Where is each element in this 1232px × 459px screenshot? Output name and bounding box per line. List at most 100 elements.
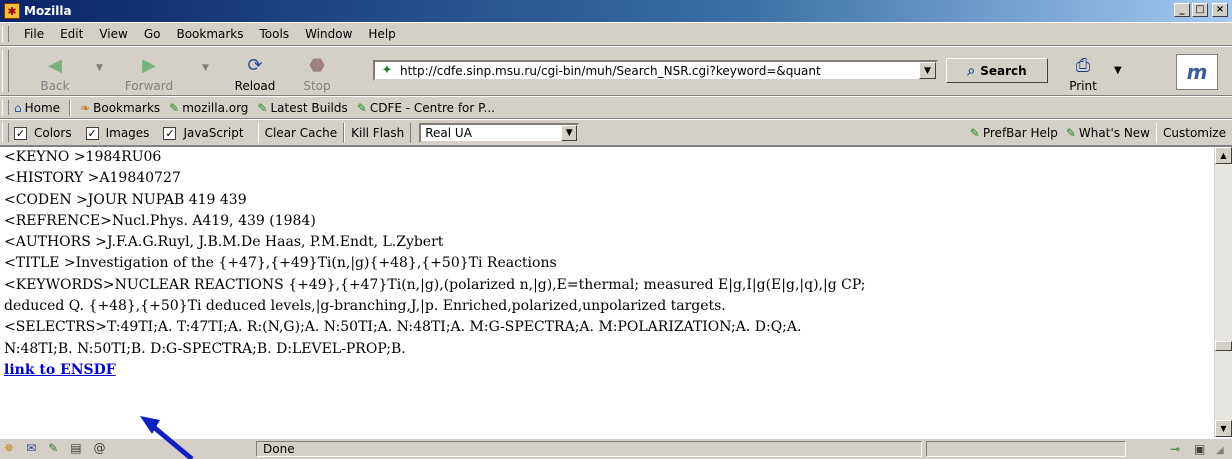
bookmarks-button[interactable]: ❧ Bookmarks <box>80 101 160 115</box>
toolbar-grip[interactable] <box>2 100 9 115</box>
url-field[interactable]: ✦ http://cdfe.sinp.msu.ru/cgi-bin/muh/Se… <box>373 60 938 81</box>
record-line-history: <HISTORY >A19840727 <box>4 170 181 187</box>
scroll-up-icon[interactable]: ▲ <box>1215 147 1232 164</box>
back-label: Back <box>40 79 70 93</box>
ensdf-link[interactable]: link to ENSDF <box>4 362 116 378</box>
menu-view[interactable]: View <box>99 27 127 41</box>
prefbar-help-link[interactable]: ✎ PrefBar Help <box>970 126 1058 140</box>
bookmark-link-icon: ✎ <box>356 101 367 115</box>
menu-file[interactable]: File <box>24 27 44 41</box>
bookmark-link-icon: ✎ <box>1065 126 1076 140</box>
javascript-checkbox[interactable]: ✓ JavaScript <box>163 126 244 140</box>
javascript-label: JavaScript <box>183 126 244 140</box>
bookmark-label: CDFE - Centre for P... <box>369 101 495 115</box>
security-icon: ▣ <box>1194 442 1206 456</box>
record-line-keywords: <KEYWORDS>NUCLEAR REACTIONS {+49},{+47}T… <box>4 276 866 293</box>
record-line-coden: <CODEN >JOUR NUPAB 419 439 <box>4 191 247 208</box>
user-agent-select[interactable]: Real UA ▼ <box>419 123 580 143</box>
whats-new-link[interactable]: ✎ What's New <box>1066 126 1150 140</box>
forward-button[interactable]: ▶ Forward <box>116 51 182 94</box>
stop-label: Stop <box>303 79 331 93</box>
menu-edit[interactable]: Edit <box>60 27 83 41</box>
minimize-button[interactable]: _ <box>1174 3 1190 17</box>
window-title: Mozilla <box>24 4 72 18</box>
record-line-selectors-cont: N:48TI;B. N:50TI;B. D:G-SPECTRA;B. D:LEV… <box>4 340 406 357</box>
online-icon[interactable]: ⊸ <box>1170 442 1180 456</box>
bookmark-link-icon: ✎ <box>257 101 268 115</box>
bookmark-link-icon: ✎ <box>169 101 180 115</box>
navigator-icon[interactable]: ✵ <box>4 441 14 455</box>
printer-icon: ⎙ <box>1075 55 1091 76</box>
select-dropdown-icon[interactable]: ▼ <box>561 125 578 141</box>
colors-checkbox[interactable]: ✓ Colors <box>14 126 72 140</box>
status-bar: ✵ ✉ ✎ ▤ @ Done ⊸ ▣ ◢ <box>0 438 1232 459</box>
status-text-panel: Done <box>256 441 922 457</box>
nsr-record: <KEYNO >1984RU06 <HISTORY >A19840727 <CO… <box>4 147 1204 381</box>
clear-cache-button[interactable]: Clear Cache <box>257 123 345 143</box>
record-line-authors: <AUTHORS >J.F.A.G.Ruyl, J.B.M.De Haas, P… <box>4 234 444 251</box>
stop-button[interactable]: ⬣ Stop <box>284 51 350 94</box>
page-icon: ✦ <box>381 63 393 78</box>
images-label: Images <box>105 126 150 140</box>
bookmarks-icon: ❧ <box>80 101 91 115</box>
menu-window[interactable]: Window <box>305 27 352 41</box>
chat-icon[interactable]: @ <box>94 441 106 455</box>
menu-go[interactable]: Go <box>144 27 161 41</box>
composer-icon[interactable]: ✎ <box>48 441 58 455</box>
close-button[interactable]: × <box>1212 3 1228 17</box>
forward-dropdown-icon[interactable]: ▼ <box>202 63 209 73</box>
toolbar-grip[interactable] <box>2 123 9 142</box>
checkmark-icon: ✓ <box>163 126 177 140</box>
reload-icon: ⟳ <box>247 54 263 76</box>
home-button[interactable]: ⌂ Home <box>14 101 60 115</box>
scroll-down-icon[interactable]: ▼ <box>1215 420 1232 437</box>
images-checkbox[interactable]: ✓ Images <box>85 126 150 140</box>
kill-flash-button[interactable]: Kill Flash <box>344 123 412 143</box>
back-dropdown-icon[interactable]: ▼ <box>96 63 103 73</box>
page-content: <KEYNO >1984RU06 <HISTORY >A19840727 <CO… <box>0 146 1232 438</box>
record-line-selectors: <SELECTRS>T:49TI;A. T:47TI;A. R:(N,G);A.… <box>4 319 802 336</box>
forward-label: Forward <box>124 79 174 93</box>
checkmark-icon: ✓ <box>14 126 27 140</box>
menu-bookmarks[interactable]: Bookmarks <box>176 27 243 41</box>
navigation-toolbar: ◀ Back ▼ ▶ Forward ▼ ⟳ Reload ⬣ Stop ✦ h… <box>0 46 1232 96</box>
menu-tools[interactable]: Tools <box>260 27 290 41</box>
reload-button[interactable]: ⟳ Reload <box>222 51 288 94</box>
back-arrow-icon: ◀ <box>48 54 62 76</box>
search-icon: ⌕ <box>967 62 976 79</box>
print-button[interactable]: ⎙ Print <box>1058 51 1108 93</box>
url-text[interactable]: http://cdfe.sinp.msu.ru/cgi-bin/muh/Sear… <box>400 64 919 78</box>
url-dropdown-icon[interactable]: ▼ <box>919 62 936 79</box>
print-dropdown-icon[interactable]: ▼ <box>1114 65 1122 76</box>
back-button[interactable]: ◀ Back <box>22 51 88 94</box>
status-text: Done <box>263 442 295 456</box>
mozilla-throbber-icon[interactable]: m <box>1176 54 1218 90</box>
menu-bar: File Edit View Go Bookmarks Tools Window… <box>0 22 1232 46</box>
bookmark-cdfe[interactable]: ✎ CDFE - Centre for P... <box>357 101 495 115</box>
bookmark-mozilla-org[interactable]: ✎ mozilla.org <box>169 101 248 115</box>
maximize-button[interactable]: □ <box>1192 3 1208 17</box>
forward-arrow-icon: ▶ <box>142 54 156 76</box>
user-agent-value: Real UA <box>425 126 472 140</box>
resize-grip-icon[interactable]: ◢ <box>1216 445 1224 456</box>
mail-icon[interactable]: ✉ <box>26 441 36 455</box>
whats-new-label: What's New <box>1078 126 1150 140</box>
reload-label: Reload <box>234 79 276 93</box>
customize-button[interactable]: Customize <box>1156 123 1232 143</box>
toolbar-grip[interactable] <box>2 26 9 42</box>
record-line-title: <TITLE >Investigation of the {+47},{+49}… <box>4 255 557 272</box>
home-icon: ⌂ <box>14 101 22 115</box>
vertical-scrollbar[interactable]: ▲ ▼ <box>1214 147 1232 437</box>
title-bar: ✱ Mozilla _ □ × <box>0 0 1232 22</box>
toolbar-grip[interactable] <box>2 50 9 92</box>
addressbook-icon[interactable]: ▤ <box>70 441 81 455</box>
bookmark-latest-builds[interactable]: ✎ Latest Builds <box>257 101 347 115</box>
search-button[interactable]: ⌕ Search <box>946 58 1048 83</box>
colors-label: Colors <box>34 126 72 140</box>
separator <box>69 100 72 116</box>
menu-help[interactable]: Help <box>368 27 395 41</box>
bookmark-link-icon: ✎ <box>969 126 980 140</box>
bookmarks-label: Bookmarks <box>93 101 161 115</box>
stop-icon: ⬣ <box>309 54 325 76</box>
scroll-thumb[interactable] <box>1215 341 1232 351</box>
